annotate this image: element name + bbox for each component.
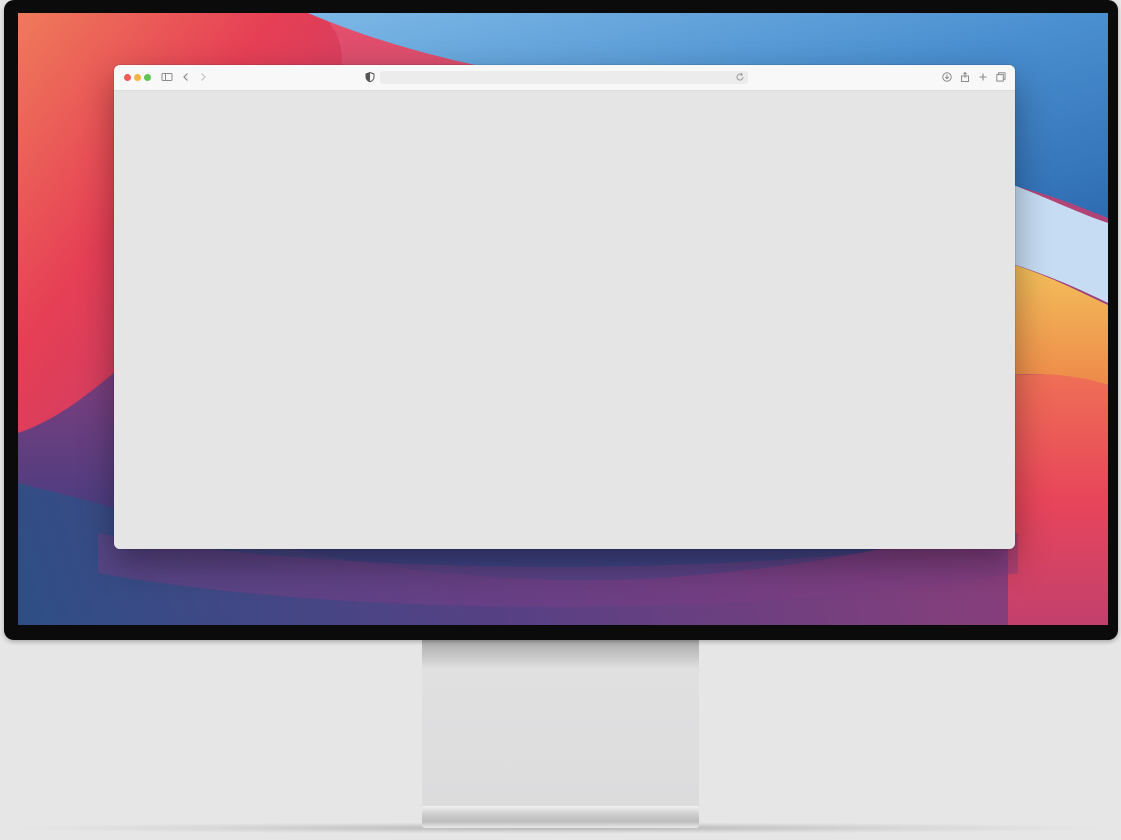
browser-toolbar bbox=[114, 65, 1015, 91]
share-icon[interactable] bbox=[959, 71, 971, 83]
address-bar[interactable] bbox=[380, 71, 748, 84]
chevron-left-icon[interactable] bbox=[180, 71, 192, 83]
chevron-right-icon[interactable] bbox=[197, 71, 209, 83]
browser-window bbox=[114, 65, 1015, 549]
browser-content-area[interactable] bbox=[114, 91, 1015, 549]
minimize-window-button[interactable] bbox=[134, 74, 141, 81]
close-window-button[interactable] bbox=[124, 74, 131, 81]
tab-overview-icon[interactable] bbox=[995, 71, 1007, 83]
zoom-window-button[interactable] bbox=[144, 74, 151, 81]
shield-icon[interactable] bbox=[364, 71, 376, 83]
monitor-stand-base bbox=[422, 806, 699, 828]
download-icon[interactable] bbox=[941, 71, 953, 83]
plus-icon[interactable] bbox=[977, 71, 989, 83]
sidebar-icon[interactable] bbox=[161, 71, 173, 83]
monitor-screen bbox=[18, 13, 1108, 625]
monitor-bezel bbox=[4, 0, 1118, 640]
monitor-stand bbox=[422, 640, 699, 808]
scene bbox=[0, 0, 1121, 840]
reload-icon[interactable] bbox=[734, 71, 746, 83]
